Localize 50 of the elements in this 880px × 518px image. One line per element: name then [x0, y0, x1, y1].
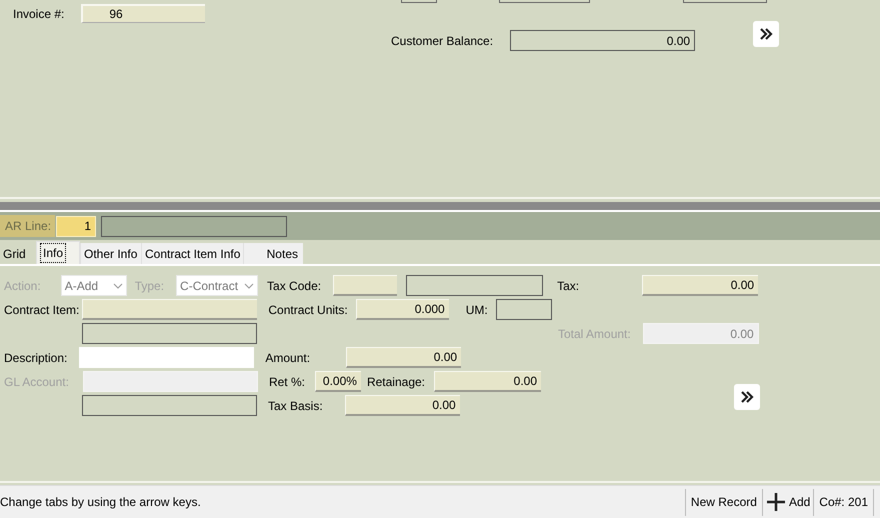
field-label: Description:: [4, 350, 68, 366]
expand-button[interactable]: [734, 384, 760, 410]
field-label: Contract Item:: [4, 302, 80, 318]
double-chevron-right-icon: [759, 28, 774, 40]
input-field[interactable]: [401, 0, 437, 3]
status-message: Change tabs by using the arrow keys.: [0, 494, 202, 511]
field-label: Action:: [4, 278, 41, 294]
input-field[interactable]: [82, 323, 257, 344]
field-label: AR Line:: [0, 215, 55, 237]
input-field[interactable]: 96: [81, 4, 206, 23]
tab[interactable]: Other Info: [80, 243, 141, 264]
field-label: Type:: [134, 278, 164, 294]
expand-button[interactable]: [753, 21, 780, 47]
input-field[interactable]: [82, 395, 257, 416]
input-field[interactable]: 0.00: [510, 30, 696, 51]
input-field[interactable]: 0.000: [356, 299, 449, 320]
double-chevron-right-icon: [740, 390, 754, 402]
input-field[interactable]: 1: [56, 216, 96, 236]
input-field[interactable]: 0.00: [344, 395, 460, 416]
chevron-down-icon: [244, 282, 254, 288]
field-label: Ret %:: [268, 374, 305, 390]
input-field[interactable]: [496, 299, 552, 320]
field-label: Tax:: [557, 278, 580, 294]
input-field[interactable]: 0.00: [642, 275, 758, 296]
company-number: Co#: 201: [813, 488, 874, 516]
plus-icon: [766, 492, 786, 512]
input-field[interactable]: [499, 0, 590, 3]
tab[interactable]: Notes: [243, 243, 303, 264]
chevron-down-icon: [112, 282, 123, 288]
field-label: Contract Units:: [268, 302, 348, 318]
field-label: Customer Balance:: [391, 32, 494, 50]
field-label: Tax Basis:: [268, 398, 323, 414]
input-field[interactable]: 0.00: [346, 347, 462, 368]
input-field[interactable]: 0.00%: [314, 371, 361, 392]
add-button[interactable]: Add: [762, 488, 814, 516]
tab[interactable]: Contract Item Info: [141, 243, 243, 264]
tab[interactable]: Grid: [0, 243, 36, 264]
tab[interactable]: Info: [36, 241, 80, 264]
field-label: Invoice #:: [13, 6, 64, 22]
status-text: New Record: [684, 488, 762, 516]
field-label: UM:: [466, 302, 488, 318]
input-field[interactable]: 0.00: [434, 371, 541, 392]
input-field[interactable]: [683, 0, 767, 3]
field-label: Total Amount:: [558, 326, 631, 342]
input-field[interactable]: [101, 216, 287, 236]
field-label: Amount:: [265, 350, 310, 366]
field-label: Tax Code:: [267, 278, 322, 294]
field-label: Retainage:: [366, 374, 425, 390]
field-label: GL Account:: [4, 374, 69, 390]
input-field[interactable]: [406, 275, 544, 296]
